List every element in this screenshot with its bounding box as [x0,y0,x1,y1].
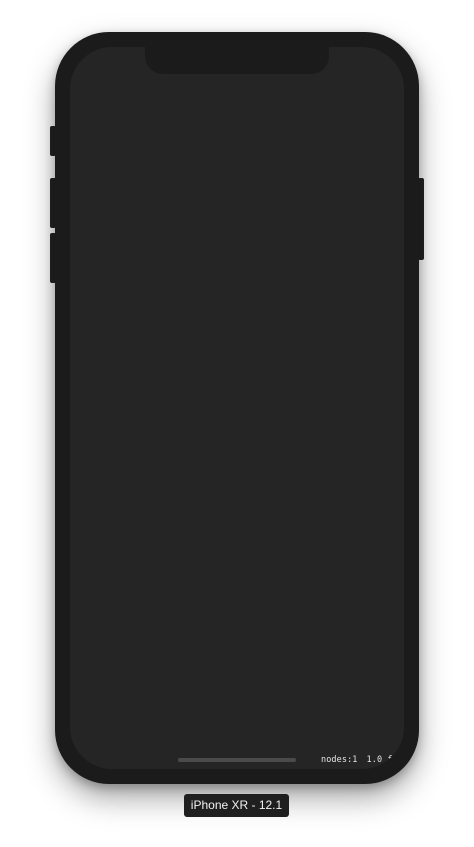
home-indicator[interactable] [178,758,296,762]
device-name-label: iPhone XR - 12.1 [184,794,289,817]
node-count: nodes:1 [321,755,358,765]
screen-notch [145,47,329,74]
debug-stats-overlay: nodes:1 1.0 fps [321,755,403,765]
fps-counter: 1.0 fps [366,755,404,765]
simulator-stage: nodes:1 1.0 fps iPhone XR - 12.1 [0,0,474,847]
device-screen[interactable]: nodes:1 1.0 fps [70,47,404,769]
